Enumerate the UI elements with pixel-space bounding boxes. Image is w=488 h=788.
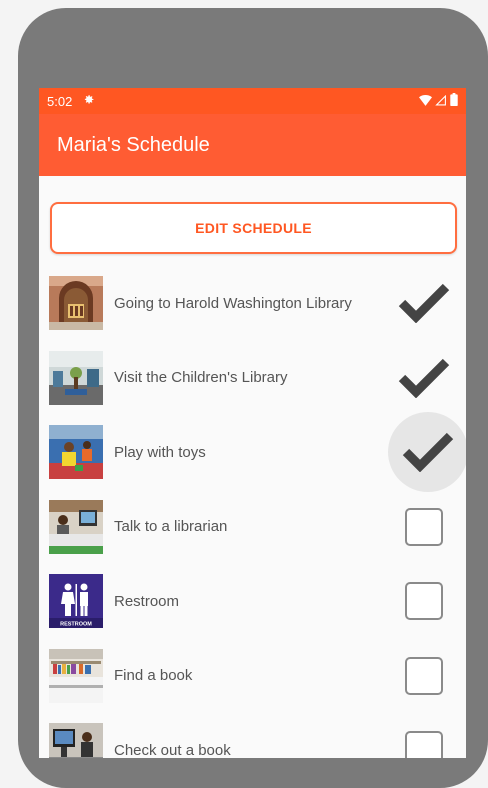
phone-screen: 5:02 Maria's Schedule EDIT SCHEDULE Goin…: [39, 88, 466, 758]
checkmark-toggle[interactable]: [388, 412, 466, 493]
childrens-library-image: [49, 350, 103, 405]
schedule-item[interactable]: Going to Harold Washington Library: [39, 266, 466, 341]
schedule-item[interactable]: Play with toys: [39, 412, 466, 493]
app-title: Maria's Schedule: [57, 133, 210, 156]
empty-checkbox-icon: [405, 507, 443, 546]
edit-schedule-button[interactable]: EDIT SCHEDULE: [50, 202, 457, 254]
schedule-item[interactable]: Check out a book: [39, 713, 466, 758]
schedule-item-label: Check out a book: [114, 741, 231, 758]
checkbox-toggle[interactable]: [388, 640, 460, 712]
kids-playing-image: [49, 425, 103, 480]
schedule-list: Going to Harold Washington Library Visit…: [39, 266, 466, 758]
battery-icon: [450, 93, 458, 109]
empty-checkbox-icon: [405, 731, 443, 758]
empty-checkbox-icon: [405, 656, 443, 695]
schedule-item-label: Find a book: [114, 667, 193, 685]
restroom-sign-image: RESTROOM: [49, 574, 103, 629]
library-entrance-image: [49, 276, 103, 331]
schedule-item[interactable]: Talk to a librarian: [39, 490, 466, 565]
schedule-item[interactable]: Find a book: [39, 639, 466, 714]
librarian-desk-image: [49, 499, 103, 554]
schedule-item[interactable]: RESTROOM Restroom: [39, 564, 466, 639]
schedule-item-label: Restroom: [114, 592, 180, 610]
empty-checkbox-icon: [405, 582, 443, 621]
checkbox-toggle[interactable]: [388, 491, 460, 563]
checkout-station-image: [49, 723, 103, 758]
checkbox-toggle[interactable]: [388, 714, 460, 758]
settings-gear-icon: [82, 93, 95, 109]
checkmark-icon: [398, 284, 450, 324]
signal-icon: [435, 94, 447, 109]
wifi-icon: [419, 94, 432, 109]
status-bar: 5:02: [39, 88, 466, 114]
checkmark-toggle[interactable]: [388, 267, 460, 339]
restroom-caption: RESTROOM: [60, 622, 92, 628]
status-time: 5:02: [47, 93, 73, 109]
schedule-item-label: Going to Harold Washington Library: [114, 294, 352, 312]
checkmark-icon: [402, 433, 454, 473]
schedule-item-label: Visit the Children's Library: [114, 369, 288, 387]
app-bar: Maria's Schedule: [39, 114, 466, 176]
checkmark-icon: [398, 358, 450, 398]
schedule-item-label: Talk to a librarian: [114, 518, 228, 536]
bookshelf-image: [49, 648, 103, 703]
schedule-item[interactable]: Visit the Children's Library: [39, 341, 466, 416]
checkmark-toggle[interactable]: [388, 342, 460, 414]
checkbox-toggle[interactable]: [388, 565, 460, 637]
schedule-item-label: Play with toys: [114, 443, 206, 461]
